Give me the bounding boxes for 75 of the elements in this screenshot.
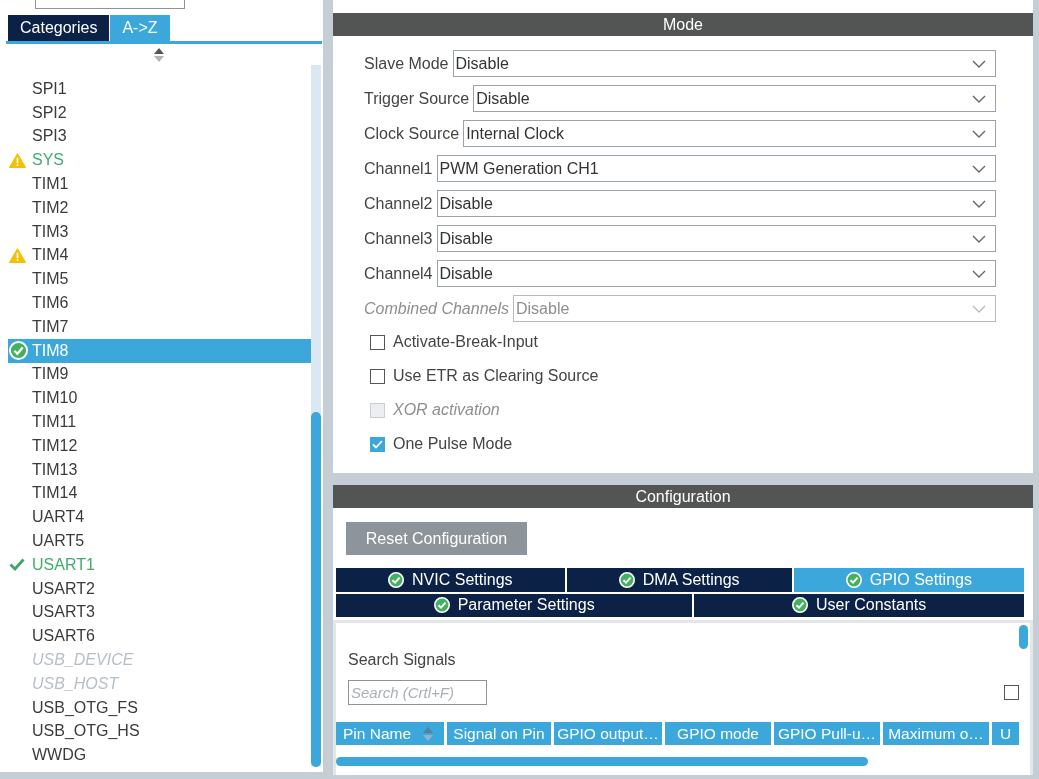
check-circle-icon	[618, 571, 635, 588]
chevron-down-icon	[972, 234, 986, 243]
peripheral-item[interactable]: SPI3	[8, 124, 311, 149]
check-circle-icon	[388, 571, 405, 588]
scrollbar-thumb[interactable]	[311, 411, 321, 767]
peripheral-item[interactable]: TIM2	[8, 196, 311, 220]
dropdown[interactable]: Disable	[436, 190, 996, 217]
checkmark-icon	[372, 439, 383, 449]
field-label: Slave Mode	[364, 54, 449, 73]
chevron-down-icon	[972, 59, 986, 68]
peripheral-item[interactable]: TIM6	[8, 291, 311, 315]
sort-arrows-icon[interactable]	[153, 48, 164, 62]
peripheral-item[interactable]: TIM7	[8, 314, 311, 339]
field-label: Clock Source	[364, 124, 460, 143]
sort-icon[interactable]	[423, 726, 433, 741]
checkbox[interactable]	[370, 334, 385, 350]
scrollbar-thumb[interactable]	[1019, 625, 1028, 649]
peripheral-item[interactable]: USART6	[8, 624, 311, 649]
peripheral-item[interactable]: TIM9	[8, 362, 311, 387]
field-label: Channel3	[364, 229, 433, 248]
field-label: Trigger Source	[364, 89, 470, 108]
field-label: Channel2	[364, 194, 433, 213]
peripheral-item[interactable]: TIM14	[8, 481, 311, 506]
dropdown[interactable]: Disable	[473, 85, 996, 112]
peripheral-item[interactable]: TIM3	[8, 219, 311, 244]
chevron-down-icon	[972, 199, 986, 208]
chevron-down-icon	[972, 94, 986, 103]
peripheral-item[interactable]: WWDG	[8, 743, 311, 768]
chevron-down-icon	[972, 269, 986, 278]
search-label: Search Signals	[348, 651, 456, 668]
dropdown[interactable]: Disable	[452, 50, 996, 77]
dropdown[interactable]: Disable	[436, 225, 996, 252]
section-header: Mode	[333, 13, 1033, 36]
dropdown[interactable]: PWM Generation CH1	[436, 155, 996, 182]
check-circle-icon	[792, 597, 809, 614]
settings-tab[interactable]: Parameter Settings	[336, 593, 693, 617]
peripheral-item[interactable]: SPI1	[8, 77, 311, 101]
peripheral-item[interactable]: UART4	[8, 505, 311, 530]
dropdown[interactable]: Disable	[436, 260, 996, 287]
chevron-down-icon	[972, 129, 986, 138]
checkbox-label: Use ETR as Clearing Source	[393, 367, 599, 385]
field-label: Combined Channels	[364, 299, 509, 318]
peripheral-item[interactable]: USART2	[8, 576, 311, 601]
view-tab[interactable]: Categories	[8, 15, 110, 41]
check-circle-icon	[433, 597, 450, 614]
peripheral-item[interactable]: TIM11	[8, 410, 311, 434]
check-circle-icon	[845, 571, 862, 588]
peripheral-item[interactable]: TIM10	[8, 386, 311, 411]
settings-tab[interactable]: DMA Settings	[566, 568, 792, 592]
chevron-down-icon	[972, 304, 986, 313]
peripheral-item[interactable]: TIM4	[8, 243, 311, 268]
peripheral-item[interactable]: USART3	[8, 600, 311, 625]
settings-tab[interactable]: NVIC Settings	[336, 568, 565, 592]
peripheral-item[interactable]: TIM5	[8, 267, 311, 292]
checkbox-label: Activate-Break-Input	[393, 333, 538, 351]
checkbox[interactable]	[370, 436, 385, 452]
checkbox-label: XOR activation	[393, 401, 500, 419]
field-label: Channel1	[364, 159, 433, 178]
peripheral-item[interactable]: UART5	[8, 529, 311, 553]
scrollbar-thumb[interactable]	[336, 757, 868, 766]
chevron-down-icon	[972, 164, 986, 173]
peripheral-item[interactable]: TIM1	[8, 172, 311, 196]
peripheral-item[interactable]: TIM13	[8, 457, 311, 482]
dropdown[interactable]: Internal Clock	[463, 120, 996, 147]
peripheral-item[interactable]: TIM12	[8, 433, 311, 458]
peripheral-item[interactable]: SPI2	[8, 100, 311, 125]
section-header: Configuration	[333, 485, 1033, 508]
peripheral-item[interactable]: USB_OTG_HS	[8, 719, 311, 744]
checkbox[interactable]	[1004, 685, 1019, 700]
settings-tab[interactable]: User Constants	[694, 593, 1024, 617]
checkbox-label: One Pulse Mode	[393, 435, 513, 453]
search-field[interactable]: Search (Crtl+F)	[348, 680, 487, 705]
field-label: Channel4	[364, 264, 433, 283]
peripheral-item[interactable]: USB_OTG_FS	[8, 695, 311, 720]
checkbox[interactable]	[370, 368, 385, 384]
